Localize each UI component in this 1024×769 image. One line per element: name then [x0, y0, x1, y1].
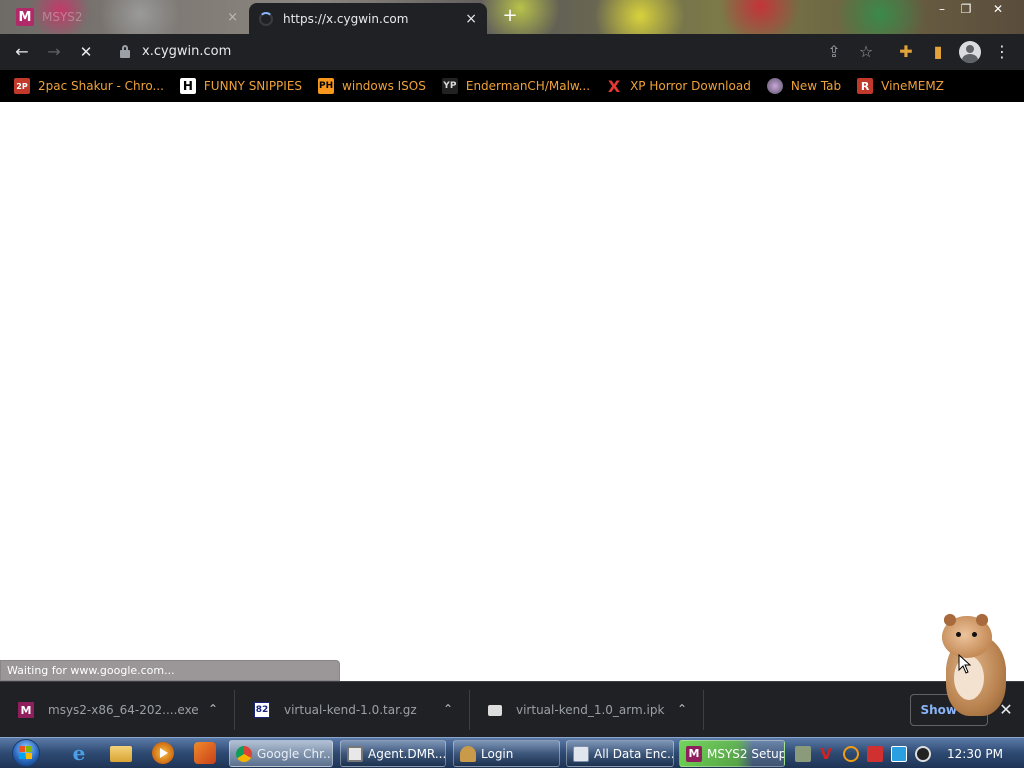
- tab-title: MSYS2: [42, 10, 83, 24]
- taskbar-button-alldata[interactable]: All Data Enc...: [566, 740, 674, 767]
- download-filename: virtual-kend-1.0.tar.gz: [284, 703, 417, 717]
- display-icon[interactable]: [891, 746, 907, 762]
- media-player-icon[interactable]: [152, 742, 174, 764]
- download-item[interactable]: M msys2-x86_64-202....exe ⌃: [0, 690, 235, 730]
- stop-loading-icon[interactable]: ✕: [76, 42, 96, 62]
- maximize-button[interactable]: ❐: [952, 0, 980, 18]
- bookmark-label: New Tab: [790, 79, 842, 93]
- status-bubble: Waiting for www.google.com...: [0, 660, 340, 681]
- clock[interactable]: 12:30 PM: [940, 747, 1010, 761]
- tab-strip: M MSYS2 × https://x.cygwin.com × + – ❐ ✕: [0, 0, 1024, 34]
- file-icon: [488, 704, 502, 716]
- task-label: All Data Enc...: [594, 746, 674, 761]
- profile-avatar-icon[interactable]: [959, 41, 981, 63]
- bittorrent-icon[interactable]: [194, 742, 216, 764]
- msys2-icon: M: [16, 8, 34, 26]
- start-button[interactable]: [8, 738, 46, 769]
- url-text[interactable]: x.cygwin.com: [142, 44, 231, 59]
- bookmark-2pac[interactable]: 2P 2pac Shakur - Chro...: [14, 78, 164, 94]
- bookmark-label: FUNNY SNIPPIES: [203, 79, 303, 93]
- chrome-icon: [236, 745, 252, 762]
- mouse-cursor-icon: [958, 654, 972, 674]
- bookmark-label: windows ISOS: [342, 79, 426, 93]
- bookmark-star-icon[interactable]: ☆: [856, 42, 876, 62]
- windows-logo-icon: [19, 746, 33, 760]
- msys2-icon: M: [18, 702, 34, 718]
- yp-icon: YP: [441, 78, 458, 94]
- network-icon[interactable]: [795, 746, 811, 762]
- bookmark-xp-horror[interactable]: X XP Horror Download: [606, 76, 751, 96]
- close-icon[interactable]: ×: [465, 11, 477, 27]
- download-item[interactable]: 82 virtual-kend-1.0.tar.gz ⌃: [236, 690, 470, 730]
- x-icon: X: [607, 76, 621, 96]
- toolbar: ← → ✕ x.cygwin.com ⇪ ☆ ✚ ▮ ⋮: [0, 34, 1024, 70]
- bookmark-new-tab[interactable]: New Tab: [766, 78, 842, 94]
- forward-icon[interactable]: →: [44, 42, 64, 62]
- lock-icon[interactable]: [120, 45, 130, 58]
- internet-explorer-icon[interactable]: e: [68, 742, 90, 764]
- task-label: Agent.DMR...: [368, 746, 446, 761]
- taskbar-button-msys2-setup[interactable]: M MSYS2 Setup: [679, 740, 785, 767]
- window-icon: [347, 745, 363, 762]
- file-explorer-icon[interactable]: [110, 746, 132, 762]
- bookmark-label: EndermanCH/Malw...: [465, 79, 591, 93]
- close-icon[interactable]: ×: [227, 10, 238, 25]
- antivirus-icon[interactable]: V: [818, 746, 834, 762]
- globe-icon: [766, 78, 783, 94]
- tupac-icon: 2P: [14, 78, 30, 94]
- chevron-up-icon[interactable]: ⌃: [677, 702, 687, 716]
- tab-title: https://x.cygwin.com: [283, 11, 409, 26]
- download-item[interactable]: virtual-kend_1.0_arm.ipk ⌃: [470, 690, 704, 730]
- bookmark-vinememz[interactable]: R VineMEMZ: [857, 78, 944, 94]
- bookmark-label: 2pac Shakur - Chro...: [38, 79, 164, 93]
- r-icon: R: [857, 78, 874, 94]
- tab-msys2[interactable]: M MSYS2 ×: [0, 2, 248, 32]
- msys2-icon: M: [686, 745, 702, 762]
- download-shelf: M msys2-x86_64-202....exe ⌃ 82 virtual-k…: [0, 681, 1024, 737]
- taskbar-button-chrome[interactable]: Google Chr...: [229, 740, 333, 767]
- task-label: MSYS2 Setup: [707, 746, 785, 761]
- bookmark-funny-snippies[interactable]: H FUNNY SNIPPIES: [179, 78, 303, 94]
- bookmarks-bar: 2P 2pac Shakur - Chro... H FUNNY SNIPPIE…: [0, 70, 1024, 102]
- download-filename: virtual-kend_1.0_arm.ipk: [516, 703, 665, 717]
- task-label: Login: [481, 746, 514, 761]
- bookmark-windows-isos[interactable]: PH windows ISOS: [318, 78, 426, 94]
- archive-icon: 82: [254, 702, 270, 718]
- extensions-icon[interactable]: ✚: [896, 42, 916, 62]
- share-icon[interactable]: ⇪: [824, 42, 844, 62]
- show-all-button[interactable]: Show all: [910, 694, 988, 726]
- window-icon: [573, 745, 589, 762]
- flag-icon[interactable]: [867, 746, 883, 762]
- close-icon[interactable]: ✕: [996, 700, 1016, 720]
- taskbar-button-login[interactable]: Login: [453, 740, 560, 767]
- search-tool-icon[interactable]: [843, 746, 859, 762]
- new-tab-button[interactable]: +: [500, 6, 520, 26]
- chevron-up-icon[interactable]: ⌃: [443, 702, 453, 716]
- address-bar[interactable]: x.cygwin.com: [108, 38, 882, 66]
- chevron-up-icon[interactable]: ⌃: [208, 702, 218, 716]
- bookmark-label: XP Horror Download: [630, 79, 751, 93]
- login-icon: [460, 745, 476, 762]
- volume-icon[interactable]: [915, 746, 931, 762]
- tab-active[interactable]: https://x.cygwin.com ×: [249, 3, 487, 34]
- loading-spinner-icon: [259, 11, 273, 26]
- close-window-button[interactable]: ✕: [984, 0, 1012, 18]
- task-label: Google Chr...: [257, 746, 333, 761]
- h-icon: H: [179, 78, 196, 94]
- menu-icon[interactable]: ⋮: [992, 42, 1012, 62]
- side-panel-icon[interactable]: ▮: [928, 42, 948, 62]
- page-content: [0, 102, 1024, 681]
- bookmark-endermanch[interactable]: YP EndermanCH/Malw...: [441, 78, 591, 94]
- download-filename: msys2-x86_64-202....exe: [48, 703, 199, 717]
- windows-taskbar: e Google Chr... Agent.DMR... Login All D…: [0, 737, 1024, 768]
- ph-icon: PH: [318, 78, 335, 94]
- back-icon[interactable]: ←: [12, 42, 32, 62]
- bookmark-label: VineMEMZ: [881, 79, 944, 93]
- taskbar-button-agent[interactable]: Agent.DMR...: [340, 740, 446, 767]
